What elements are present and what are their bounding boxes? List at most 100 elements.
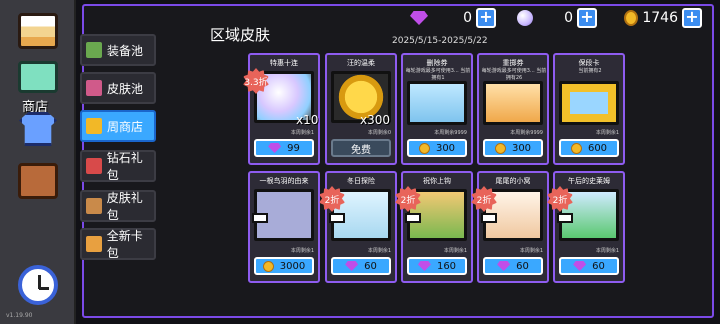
price-label: 3000 xyxy=(279,260,306,272)
card-title: 一根鸟羽的由来 xyxy=(259,177,309,185)
buy-button[interactable]: 160 xyxy=(407,257,467,275)
shop-card-gentle-woof[interactable]: 汪的温柔 本周剩余0 免费 xyxy=(325,53,397,165)
buy-button[interactable]: 600 xyxy=(559,139,619,157)
shop-card-rank-protect[interactable]: 保段卡 当前拥有2 本周剩余1 600 xyxy=(553,53,625,165)
shop-card-special-ten-pull[interactable]: 特惠十连 本周剩余1 99 xyxy=(248,53,320,165)
card-title: 午后的史莱姆 xyxy=(568,177,610,185)
film-icon xyxy=(405,213,421,223)
card-stock: 本周剩余9999 xyxy=(434,130,467,136)
card-title: 特惠十连 xyxy=(270,59,298,67)
add-orbs-button[interactable]: + xyxy=(577,8,597,28)
card-title: 尾尾的小窝 xyxy=(495,177,531,185)
card-desc: 当前拥有2 xyxy=(578,68,602,74)
gem-icon xyxy=(417,261,431,271)
price-label: 99 xyxy=(287,142,300,154)
card-stock: 本周剩余1 xyxy=(290,248,314,254)
shop-card-hooked[interactable]: 祝你上钩 本周剩余1 160 xyxy=(401,171,473,283)
quantity-label: x300 xyxy=(360,113,391,127)
coin-icon xyxy=(570,142,582,154)
card-title: 保段卡 xyxy=(578,59,600,67)
sword-icon xyxy=(86,42,102,58)
shop-card-afternoon-slime[interactable]: 午后的史莱姆 本周剩余1 60 xyxy=(553,171,625,283)
tab-skin-pack[interactable]: 皮肤礼包 xyxy=(80,190,156,222)
film-icon xyxy=(557,213,573,223)
gem-amount: 0 xyxy=(463,10,472,26)
price-label: 60 xyxy=(364,260,377,272)
gem-currency: 0 + xyxy=(410,7,496,29)
card-pack-icon xyxy=(86,236,102,252)
shop-card-feather-origin[interactable]: 一根鸟羽的由来 本周剩余1 3000 xyxy=(248,171,320,283)
clock-nav-button[interactable] xyxy=(10,262,66,308)
gift-icon xyxy=(86,158,102,174)
buy-button[interactable]: 60 xyxy=(331,257,391,275)
shop-nav-button[interactable] xyxy=(10,54,66,100)
backpack-icon xyxy=(18,163,58,199)
left-nav-rail: 商店 v1.19.90 xyxy=(0,0,76,324)
tab-skin-pool[interactable]: 皮肤池 xyxy=(80,72,156,104)
shop-card-delete-ticket[interactable]: 删除券 每轮游戏最多可使用3... 当前拥有1 本周剩余9999 300 xyxy=(401,53,473,165)
price-label: 600 xyxy=(587,142,608,154)
coin-icon xyxy=(262,260,274,272)
shop-icon xyxy=(86,118,102,134)
card-desc: 每轮游戏最多可使用3... 当前拥有26 xyxy=(481,68,547,81)
card-stock: 本周剩余1 xyxy=(290,130,314,136)
coin-amount: 1746 xyxy=(642,10,678,26)
cake-icon xyxy=(18,13,58,49)
buy-button[interactable]: 3000 xyxy=(254,257,314,275)
film-icon xyxy=(252,213,268,223)
pouch-icon xyxy=(86,80,102,96)
gem-icon xyxy=(410,11,428,25)
buy-button[interactable]: 60 xyxy=(483,257,543,275)
skin-nav-button[interactable] xyxy=(10,106,66,152)
orb-currency: 0 + xyxy=(517,7,597,29)
shop-card-winter-adventure[interactable]: 冬日探险 本周剩余1 60 xyxy=(325,171,397,283)
gem-icon xyxy=(345,261,359,271)
tab-new-card-pack[interactable]: 全新卡包 xyxy=(80,228,156,260)
tab-weekly-shop[interactable]: 周商店 xyxy=(80,110,156,142)
game-shop-screen: 商店 v1.19.90 0 + 0 + 1746 + 区域皮肤 2025/5/1… xyxy=(0,0,720,324)
tab-label: 装备池 xyxy=(107,43,144,58)
section-title: 区域皮肤 xyxy=(210,26,271,44)
price-label: 60 xyxy=(592,260,605,272)
gem-icon xyxy=(573,261,587,271)
add-coins-button[interactable]: + xyxy=(682,8,702,28)
add-gems-button[interactable]: + xyxy=(476,8,496,28)
gem-icon xyxy=(497,261,511,271)
buy-button[interactable]: 99 xyxy=(254,139,314,157)
backpack-nav-button[interactable] xyxy=(10,158,66,204)
gift-icon xyxy=(86,198,102,214)
orb-icon xyxy=(517,10,533,26)
price-label: 300 xyxy=(435,142,456,154)
card-title: 重掷券 xyxy=(502,59,524,67)
shop-card-tail-den[interactable]: 尾尾的小窝 本周剩余1 60 xyxy=(477,171,549,283)
tab-label: 皮肤池 xyxy=(107,81,144,96)
card-stock: 本周剩余1 xyxy=(595,248,619,254)
orb-amount: 0 xyxy=(564,10,573,26)
film-icon xyxy=(481,213,497,223)
date-range: 2025/5/15-2025/5/22 xyxy=(392,36,488,46)
coin-icon xyxy=(624,10,638,26)
shirt-icon xyxy=(19,112,57,146)
coin-icon xyxy=(494,142,506,154)
shop-card-reroll-ticket[interactable]: 重掷券 每轮游戏最多可使用3... 当前拥有26 本周剩余9999 300 xyxy=(477,53,549,165)
film-icon xyxy=(329,213,345,223)
free-claim-button[interactable]: 免费 xyxy=(331,139,391,157)
card-stock: 本周剩余1 xyxy=(367,248,391,254)
card-stock: 本周剩余1 xyxy=(443,248,467,254)
card-stock: 本周剩余1 xyxy=(519,248,543,254)
clock-icon xyxy=(18,265,58,305)
buy-button[interactable]: 300 xyxy=(483,139,543,157)
blue-ticket-icon xyxy=(407,81,467,125)
buy-button[interactable]: 60 xyxy=(559,257,619,275)
tab-equipment-pool[interactable]: 装备池 xyxy=(80,34,156,66)
card-stock: 本周剩余0 xyxy=(367,130,391,136)
coin-currency: 1746 + xyxy=(624,7,702,29)
tab-diamond-pack[interactable]: 钻石礼包 xyxy=(80,150,156,182)
coin-icon xyxy=(418,142,430,154)
price-label: 300 xyxy=(511,142,532,154)
version-label: v1.19.90 xyxy=(6,312,33,319)
card-title: 祝你上钩 xyxy=(423,177,451,185)
cake-nav-button[interactable] xyxy=(10,8,66,54)
card-title: 汪的温柔 xyxy=(347,59,375,67)
buy-button[interactable]: 300 xyxy=(407,139,467,157)
